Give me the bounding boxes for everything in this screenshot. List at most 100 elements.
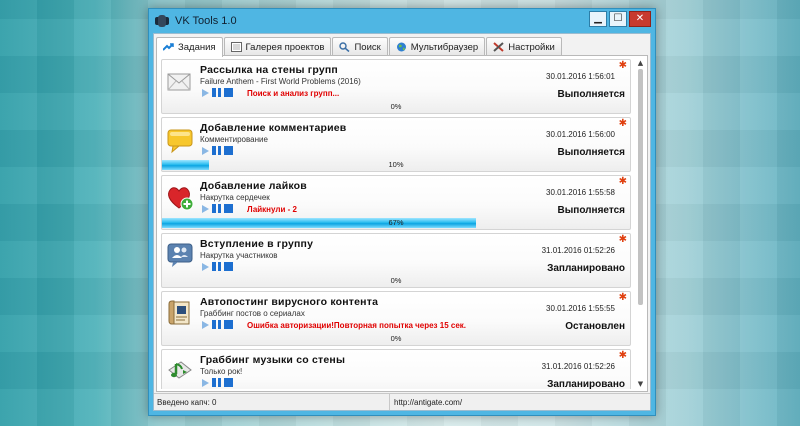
task-status: Остановлен <box>565 321 625 332</box>
task-subtitle: Комментирование <box>200 135 268 144</box>
task-item[interactable]: Вступление в группу Накрутка участников … <box>161 233 631 288</box>
delete-task-icon[interactable]: ✱ <box>619 293 627 303</box>
progress-label: 0% <box>390 334 402 343</box>
task-item[interactable]: Граббинг музыки со стены Только рок! 31.… <box>161 349 631 389</box>
task-controls <box>202 378 233 387</box>
play-icon[interactable] <box>202 378 209 387</box>
task-name: Вступление в группу <box>200 238 314 250</box>
scroll-thumb[interactable] <box>638 69 643 305</box>
tab-settings[interactable]: Настройки <box>486 37 562 56</box>
task-name: Рассылка на стены групп <box>200 64 338 76</box>
scroll-up-icon[interactable]: ▲ <box>635 59 646 68</box>
comment-icon <box>165 124 195 154</box>
stop-icon[interactable] <box>224 204 233 213</box>
title-bar[interactable]: VK Tools 1.0 ▁ ☐ ✕ <box>149 9 655 33</box>
task-status: Запланировано <box>547 379 625 389</box>
task-controls <box>202 88 233 97</box>
task-subtitle: Накрутка участников <box>200 251 278 260</box>
pause-icon[interactable] <box>212 320 221 329</box>
progress-label: 10% <box>388 160 404 169</box>
pause-icon[interactable] <box>212 378 221 387</box>
progress-bar: 67% <box>162 218 630 228</box>
stop-icon[interactable] <box>224 378 233 387</box>
pause-icon[interactable] <box>212 146 221 155</box>
app-logo-icon <box>155 15 169 27</box>
client-area: Задания Галерея проектов Поиск Мультибра… <box>153 33 651 411</box>
document-icon <box>165 298 195 328</box>
progress-bar: 0% <box>162 102 630 112</box>
pause-icon[interactable] <box>212 88 221 97</box>
tab-label: Мультибраузер <box>410 41 479 53</box>
tab-gallery[interactable]: Галерея проектов <box>223 37 332 56</box>
progress-bar: 0% <box>162 276 630 286</box>
play-icon[interactable] <box>202 146 209 155</box>
captcha-counter: Введено капч: 0 <box>154 394 390 410</box>
search-icon <box>339 42 350 52</box>
delete-task-icon[interactable]: ✱ <box>619 177 627 187</box>
task-status: Выполняется <box>557 89 625 100</box>
stop-icon[interactable] <box>224 88 233 97</box>
progress-bar: 10% <box>162 160 630 170</box>
progress-label: 67% <box>388 218 404 227</box>
pause-icon[interactable] <box>212 204 221 213</box>
window-title: VK Tools 1.0 <box>175 15 237 27</box>
tab-label: Настройки <box>508 41 555 53</box>
stop-icon[interactable] <box>224 320 233 329</box>
play-icon[interactable] <box>202 320 209 329</box>
close-button[interactable]: ✕ <box>629 11 651 27</box>
heart-add-icon <box>165 182 195 212</box>
maximize-button[interactable]: ☐ <box>609 11 627 27</box>
progress-label: 0% <box>390 276 402 285</box>
task-subtitle: Граббинг постов о сериалах <box>200 309 305 318</box>
task-subtitle: Failure Anthem - First World Problems (2… <box>200 77 361 86</box>
window-controls: ▁ ☐ ✕ <box>589 11 651 27</box>
task-item[interactable]: Рассылка на стены групп Failure Anthem -… <box>161 59 631 114</box>
music-icon <box>165 356 195 386</box>
minimize-button[interactable]: ▁ <box>589 11 607 27</box>
task-name: Добавление лайков <box>200 180 307 192</box>
globe-icon <box>396 42 407 52</box>
task-status: Запланировано <box>547 263 625 274</box>
tab-multibrowser[interactable]: Мультибраузер <box>388 37 486 56</box>
delete-task-icon[interactable]: ✱ <box>619 61 627 71</box>
pause-icon[interactable] <box>212 262 221 271</box>
task-controls <box>202 262 233 271</box>
captcha-service: http://antigate.com/ <box>394 397 463 407</box>
task-date: 30.01.2016 1:56:01 <box>546 72 615 81</box>
delete-task-icon[interactable]: ✱ <box>619 351 627 361</box>
scroll-down-icon[interactable]: ▼ <box>635 380 646 389</box>
task-date: 31.01.2016 01:52:26 <box>541 362 615 371</box>
status-bar: Введено капч: 0 http://antigate.com/ <box>154 393 650 410</box>
play-icon[interactable] <box>202 204 209 213</box>
task-controls <box>202 146 233 155</box>
delete-task-icon[interactable]: ✱ <box>619 235 627 245</box>
task-status: Выполняется <box>557 205 625 216</box>
delete-task-icon[interactable]: ✱ <box>619 119 627 129</box>
stop-icon[interactable] <box>224 262 233 271</box>
task-item[interactable]: Добавление лайков Накрутка сердечек Лайк… <box>161 175 631 230</box>
play-icon[interactable] <box>202 88 209 97</box>
progress-bar: 0% <box>162 334 630 344</box>
task-name: Граббинг музыки со стены <box>200 354 346 366</box>
task-controls <box>202 320 233 329</box>
tab-search[interactable]: Поиск <box>332 37 388 56</box>
task-item[interactable]: Добавление комментариев Комментирование … <box>161 117 631 172</box>
settings-icon <box>493 42 504 52</box>
task-message: Ошибка авторизации!Повторная попытка чер… <box>247 321 466 330</box>
play-icon[interactable] <box>202 262 209 271</box>
tab-label: Галерея проектов <box>245 41 325 53</box>
envelope-icon <box>165 66 195 96</box>
tab-tasks[interactable]: Задания <box>156 37 223 57</box>
task-controls <box>202 204 233 213</box>
task-date: 31.01.2016 01:52:26 <box>541 246 615 255</box>
tasks-panel: Рассылка на стены групп Failure Anthem -… <box>156 55 648 392</box>
task-date: 30.01.2016 1:55:58 <box>546 188 615 197</box>
task-item[interactable]: Автопостинг вирусного контента Граббинг … <box>161 291 631 346</box>
tab-strip: Задания Галерея проектов Поиск Мультибра… <box>156 37 648 57</box>
stop-icon[interactable] <box>224 146 233 155</box>
group-icon <box>165 240 195 270</box>
vertical-scrollbar[interactable]: ▲ ▼ <box>635 59 646 389</box>
task-list: Рассылка на стены групп Failure Anthem -… <box>161 59 631 389</box>
task-date: 30.01.2016 1:56:00 <box>546 130 615 139</box>
task-name: Добавление комментариев <box>200 122 347 134</box>
